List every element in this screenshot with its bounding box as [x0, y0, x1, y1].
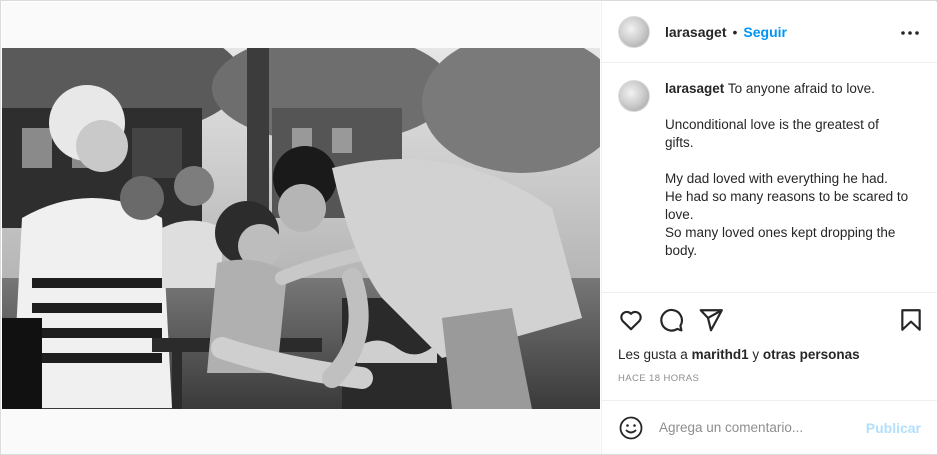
action-bar [602, 292, 937, 346]
caption-line: He had so many reasons to be scared to [665, 189, 909, 204]
caption-line: Unconditional love is the greatest of [665, 117, 879, 132]
caption-first-line: To anyone afraid to love. [727, 81, 875, 96]
caption-section: larasaget To anyone afraid to love. Unco… [602, 64, 937, 292]
caption-paragraph-3: My dad loved with everything he had. He … [665, 170, 920, 260]
caption-username[interactable]: larasaget [665, 81, 724, 96]
send-icon[interactable] [698, 307, 724, 333]
comment-icon[interactable] [658, 307, 684, 333]
likes-summary: Les gusta a marithd1 y otras personas [618, 347, 860, 362]
likes-others-link[interactable]: otras personas [763, 347, 860, 362]
post-card: larasaget • Seguir larasaget To anyone a… [0, 0, 937, 455]
post-media [2, 2, 600, 454]
smiley-icon[interactable] [619, 416, 643, 440]
header-separator: • [732, 24, 738, 40]
heart-icon[interactable] [618, 307, 644, 333]
caption-paragraph-2: Unconditional love is the greatest of gi… [665, 116, 920, 152]
more-horizontal-icon[interactable] [900, 24, 920, 42]
comment-input[interactable] [659, 420, 859, 435]
author-avatar[interactable] [618, 16, 650, 48]
author-username[interactable]: larasaget [665, 24, 726, 40]
post-side-panel: larasaget • Seguir larasaget To anyone a… [601, 2, 937, 454]
post-timestamp[interactable]: HACE 18 HORAS [618, 373, 699, 384]
add-comment-bar: Publicar [602, 400, 937, 454]
caption-text: larasaget To anyone afraid to love. Unco… [665, 80, 920, 260]
caption-row: larasaget To anyone afraid to love. Unco… [618, 80, 920, 260]
publish-button[interactable]: Publicar [866, 420, 921, 436]
liker-username[interactable]: marithd1 [692, 347, 749, 362]
caption-line: gifts. [665, 135, 694, 150]
caption-line: So many loved ones kept dropping the [665, 225, 896, 240]
likes-middle: y [748, 347, 763, 362]
caption-line: body. [665, 243, 698, 258]
bookmark-icon[interactable] [898, 307, 924, 333]
caption-line: love. [665, 207, 694, 222]
post-header: larasaget • Seguir [602, 2, 937, 63]
caption-line: My dad loved with everything he had. [665, 171, 888, 186]
post-photo[interactable] [2, 48, 600, 409]
likes-prefix: Les gusta a [618, 347, 692, 362]
follow-button[interactable]: Seguir [743, 24, 787, 40]
caption-avatar[interactable] [618, 80, 650, 112]
